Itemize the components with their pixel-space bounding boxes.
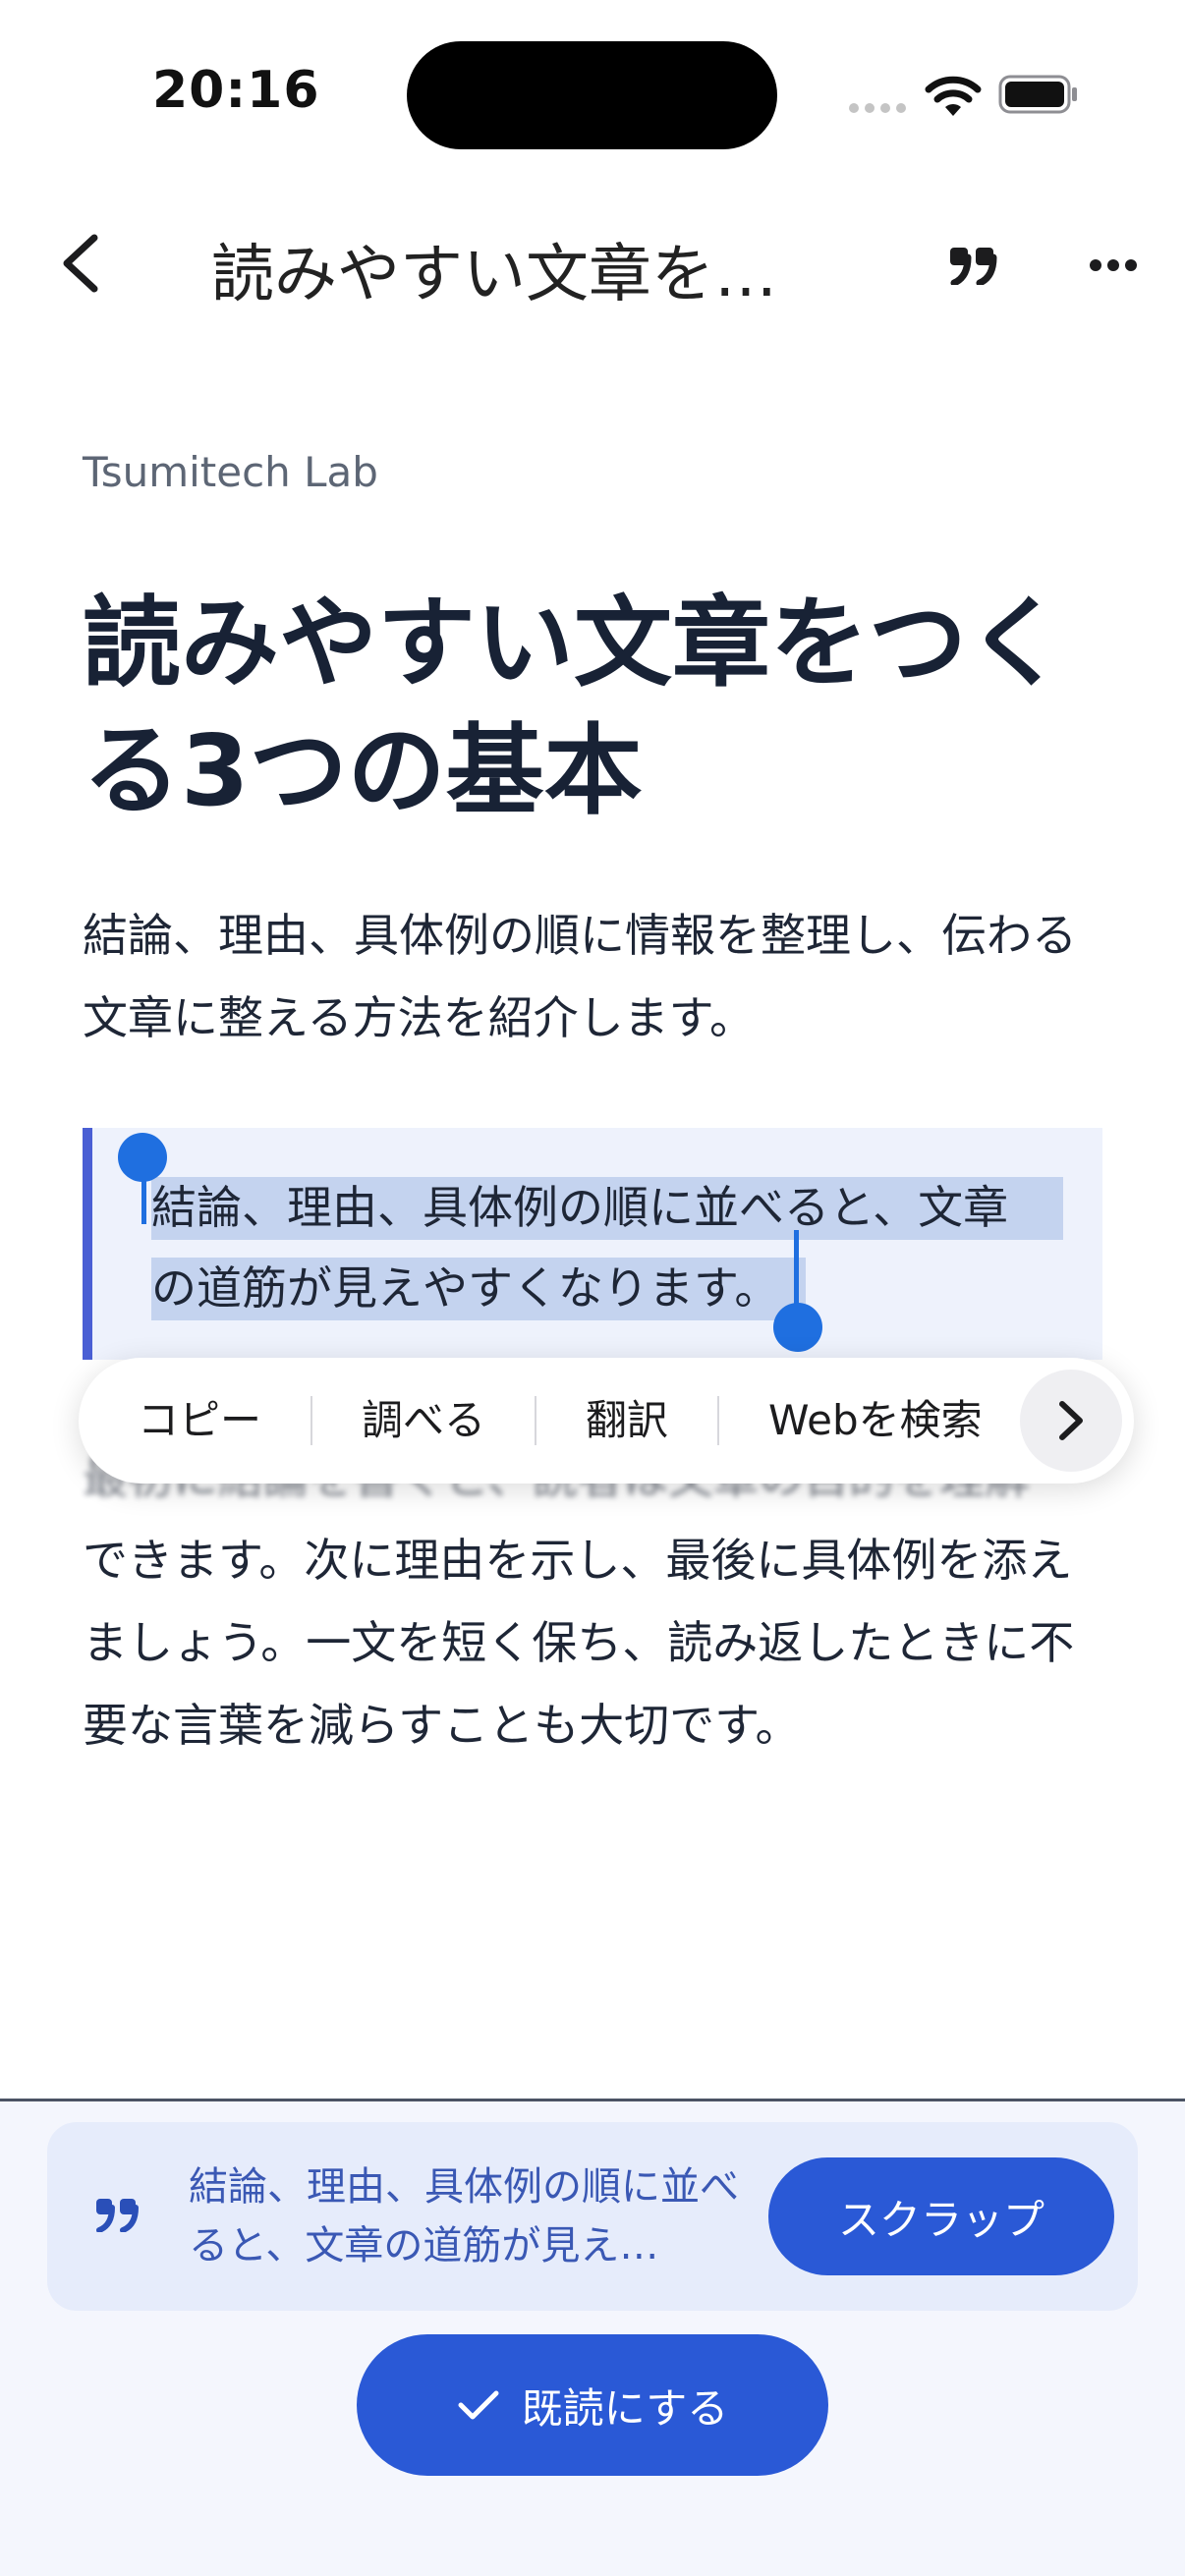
selection-end-handle[interactable] xyxy=(773,1303,822,1352)
menu-web-search[interactable]: Webを検索 xyxy=(719,1396,1002,1445)
menu-translate[interactable]: 翻訳 xyxy=(536,1396,720,1445)
quote-icon xyxy=(96,2199,139,2232)
mark-read-label: 既読にする xyxy=(521,2383,729,2433)
article-body: 最初に結論を書くと、読者は文章の目的を理解 できます。次に理由を示し、最後に具体… xyxy=(83,1436,1104,1766)
scrap-preview-text: 結論、理由、具体例の順に並べると、文章の道筋が見え… xyxy=(189,2164,739,2268)
menu-copy[interactable]: コピー xyxy=(108,1396,313,1445)
cellular-signal-icon xyxy=(849,103,906,113)
quote-line: 結論、理由、具体例の順に並べると、文章 xyxy=(151,1181,1009,1234)
quote-block[interactable]: 結論、理由、具体例の順に並べると、文章 の道筋が見えやすくなります。 xyxy=(83,1128,1102,1360)
quote-icon[interactable] xyxy=(948,246,997,285)
article-lead: 結論、理由、具体例の順に情報を整理し、伝わる文章に整える方法を紹介します。 xyxy=(83,909,1077,1044)
text-context-menu: コピー 調べる 翻訳 Webを検索 xyxy=(79,1358,1134,1484)
site-name: Tsumitech Lab xyxy=(83,448,378,496)
body-text: できます。次に理由を示し、最後に具体例を添えましょう。一文を短く保ち、読み返した… xyxy=(83,1534,1075,1752)
selection-end-bar xyxy=(794,1230,799,1313)
wifi-icon xyxy=(925,76,982,116)
dynamic-island xyxy=(407,41,777,149)
more-icon[interactable] xyxy=(1089,257,1138,273)
menu-lookup[interactable]: 調べる xyxy=(312,1396,537,1445)
chevron-left-icon[interactable] xyxy=(57,232,106,295)
scrap-button[interactable]: スクラップ xyxy=(768,2157,1114,2275)
mark-read-button[interactable]: 既読にする xyxy=(357,2334,828,2476)
checkmark-icon xyxy=(458,2390,499,2420)
nav-title: 読みやすい文章を… xyxy=(211,239,777,311)
menu-next-button[interactable] xyxy=(1020,1370,1122,1472)
status-time: 20:16 xyxy=(152,61,320,120)
chevron-right-icon xyxy=(1059,1401,1083,1440)
selection-start-handle[interactable] xyxy=(118,1133,167,1182)
quote-line: の道筋が見えやすくなります。 xyxy=(151,1261,780,1315)
battery-icon xyxy=(998,75,1077,114)
quote-text[interactable]: 結論、理由、具体例の順に並べると、文章 の道筋が見えやすくなります。 xyxy=(151,1167,1095,1328)
scrap-card: 結論、理由、具体例の順に並べると、文章の道筋が見え… スクラップ xyxy=(47,2122,1138,2311)
article-title: 読みやすい文章をつくる3つの基本 xyxy=(83,586,1065,828)
